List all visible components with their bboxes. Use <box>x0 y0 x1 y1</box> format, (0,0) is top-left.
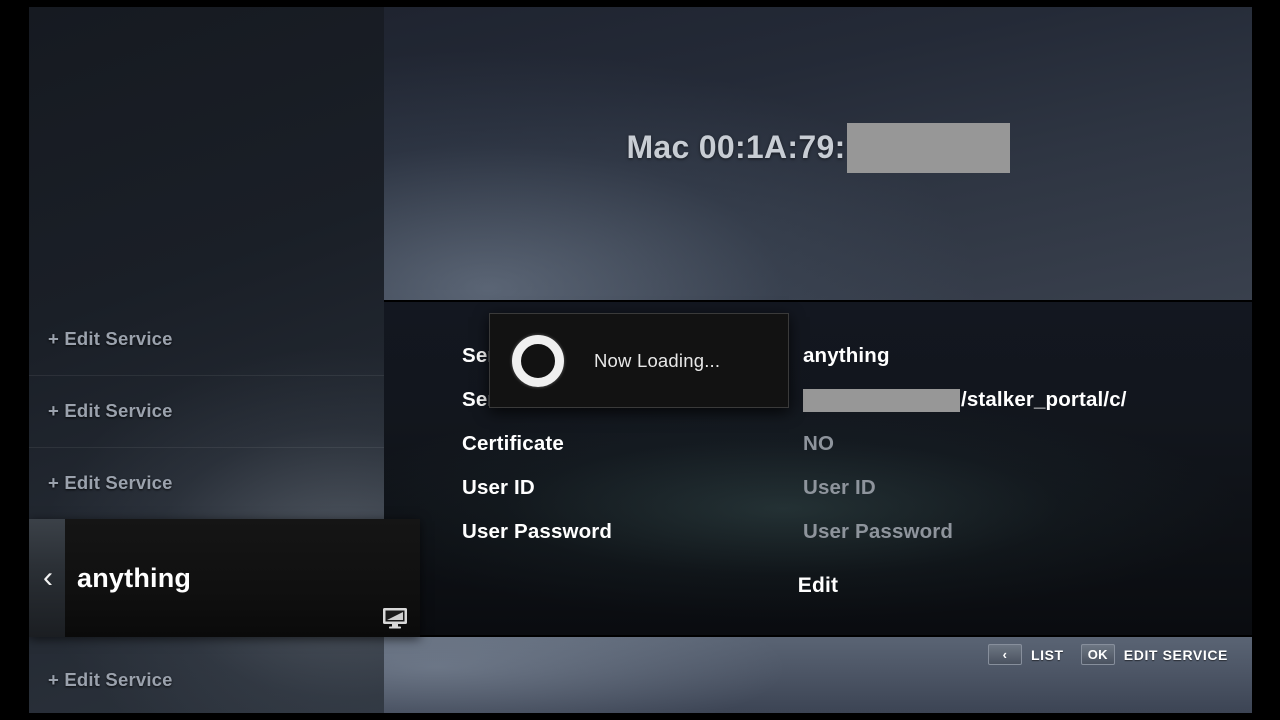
hint-label-edit-service: EDIT SERVICE <box>1123 646 1228 663</box>
sidebar-item-edit-service-3[interactable]: + Edit Service <box>29 447 384 519</box>
server-url-redaction <box>803 388 960 412</box>
footer-bar: ‹ LIST OK EDIT SERVICE <box>384 637 1252 713</box>
selected-service-body[interactable]: anything <box>65 519 420 637</box>
tv-settings-screen: + Edit Service + Edit Service + Edit Ser… <box>0 0 1280 720</box>
bezel-right <box>1252 0 1280 720</box>
form-row-user-id[interactable]: User ID User ID <box>462 466 1252 510</box>
field-value-service-name: anything <box>803 344 890 367</box>
selected-service-label: anything <box>77 562 192 593</box>
field-label-user-id: User ID <box>462 476 535 499</box>
mac-address-label: Mac 00:1A:79: <box>626 129 846 165</box>
sidebar-items-bottom: + Edit Service <box>29 644 384 716</box>
sidebar-item-label: + Edit Service <box>48 328 173 349</box>
field-value-user-id: User ID <box>803 476 876 499</box>
bezel-top <box>0 0 1280 7</box>
sidebar-item-edit-service-1[interactable]: + Edit Service <box>29 303 384 375</box>
loading-dialog: Now Loading... <box>489 313 789 408</box>
sidebar-item-label: + Edit Service <box>48 669 173 690</box>
field-value-certificate: NO <box>803 432 835 455</box>
field-value-user-password: User Password <box>803 520 954 543</box>
monitor-icon <box>382 607 408 629</box>
mac-address-redaction <box>846 122 1010 173</box>
field-label-certificate: Certificate <box>462 432 564 455</box>
field-value-server-url: /stalker_portal/c/ <box>961 388 1127 411</box>
hint-key-ok[interactable]: OK <box>1080 644 1115 665</box>
sidebar-item-label: + Edit Service <box>48 400 173 421</box>
field-label-user-password: User Password <box>462 520 613 543</box>
hint-label-list: LIST <box>1030 646 1064 663</box>
spinner-ring-icon <box>512 334 564 387</box>
mac-line: Mac 00:1A:79: <box>626 122 1010 173</box>
mac-address-header: Mac 00:1A:79: <box>384 7 1252 300</box>
form-row-user-password[interactable]: User Password User Password <box>462 510 1252 554</box>
bezel-bottom <box>0 713 1280 720</box>
sidebar-item-edit-service-2[interactable]: + Edit Service <box>29 375 384 447</box>
loading-dialog-text: Now Loading... <box>594 349 721 371</box>
form-row-certificate[interactable]: Certificate NO <box>462 422 1252 466</box>
back-button[interactable]: ‹ <box>29 519 65 637</box>
sidebar-item-edit-service-4[interactable]: + Edit Service <box>29 644 384 716</box>
edit-button[interactable]: Edit <box>384 574 1252 598</box>
chevron-left-icon: ‹ <box>43 561 53 594</box>
sidebar-item-label: + Edit Service <box>48 472 173 493</box>
bezel-left <box>0 0 29 720</box>
field-value-server-url-wrap: /stalker_portal/c/ <box>803 388 1127 412</box>
sidebar-items-top: + Edit Service + Edit Service + Edit Ser… <box>29 303 384 519</box>
footer-key-hints: ‹ LIST OK EDIT SERVICE <box>987 644 1236 665</box>
hint-key-back-icon[interactable]: ‹ <box>987 644 1022 665</box>
edit-button-label: Edit <box>797 574 839 597</box>
sidebar-item-selected-anything[interactable]: ‹ anything <box>29 519 420 637</box>
